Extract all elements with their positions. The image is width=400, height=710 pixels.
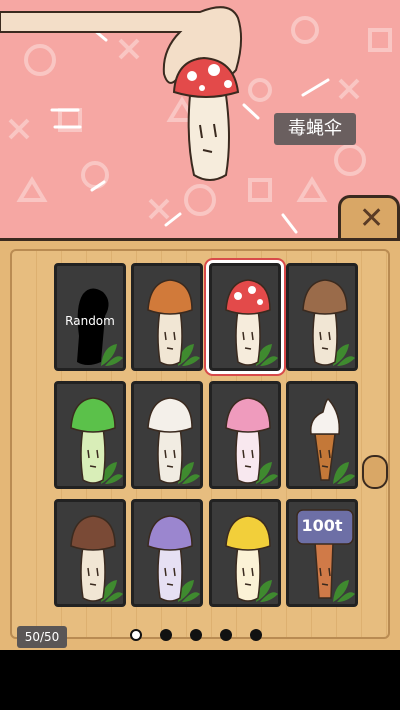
collection-counter: 50/50 <box>17 626 67 648</box>
slot-soft-serve[interactable] <box>286 381 358 489</box>
selected-name-label: 毒蝇伞 <box>274 113 356 145</box>
slot-label: 100t <box>301 516 343 535</box>
page-dot-4[interactable] <box>220 629 232 641</box>
slot-fly-agaric[interactable] <box>209 263 281 371</box>
mushroom-icon <box>147 397 200 484</box>
slot-brown-cap[interactable] <box>286 263 358 371</box>
next-page-handle[interactable] <box>362 455 388 489</box>
mushroom-icon <box>147 515 200 602</box>
slot-green-cap[interactable] <box>54 381 126 489</box>
mushroom-icon <box>310 398 355 484</box>
slot-white-fluffy[interactable] <box>131 381 203 489</box>
close-button[interactable]: ✕ <box>338 195 400 241</box>
mushroom-icon <box>70 515 123 602</box>
page-dot-3[interactable] <box>190 629 202 641</box>
mushroom-icon <box>302 279 355 366</box>
mushroom-icon <box>147 279 200 366</box>
page-dot-1[interactable] <box>130 629 142 641</box>
slot-purple-cap[interactable] <box>131 499 203 607</box>
mushroom-icon <box>70 397 123 484</box>
page-dot-5[interactable] <box>250 629 262 641</box>
slot-dark-brown-cap[interactable] <box>54 499 126 607</box>
page-dot-2[interactable] <box>160 629 172 641</box>
bottom-bar <box>0 650 400 710</box>
mushroom-icon <box>225 397 278 484</box>
slot-random[interactable]: Random <box>54 263 126 371</box>
mushroom-icon <box>225 515 278 602</box>
slot-orange-cap[interactable] <box>131 263 203 371</box>
mushroom-icon <box>225 279 278 366</box>
close-icon: ✕ <box>359 201 385 236</box>
slot-hammer[interactable]: 100t <box>286 499 358 607</box>
slot-yellow-cap[interactable] <box>209 499 281 607</box>
slot-label: Random <box>65 314 115 328</box>
slot-pink-cap[interactable] <box>209 381 281 489</box>
